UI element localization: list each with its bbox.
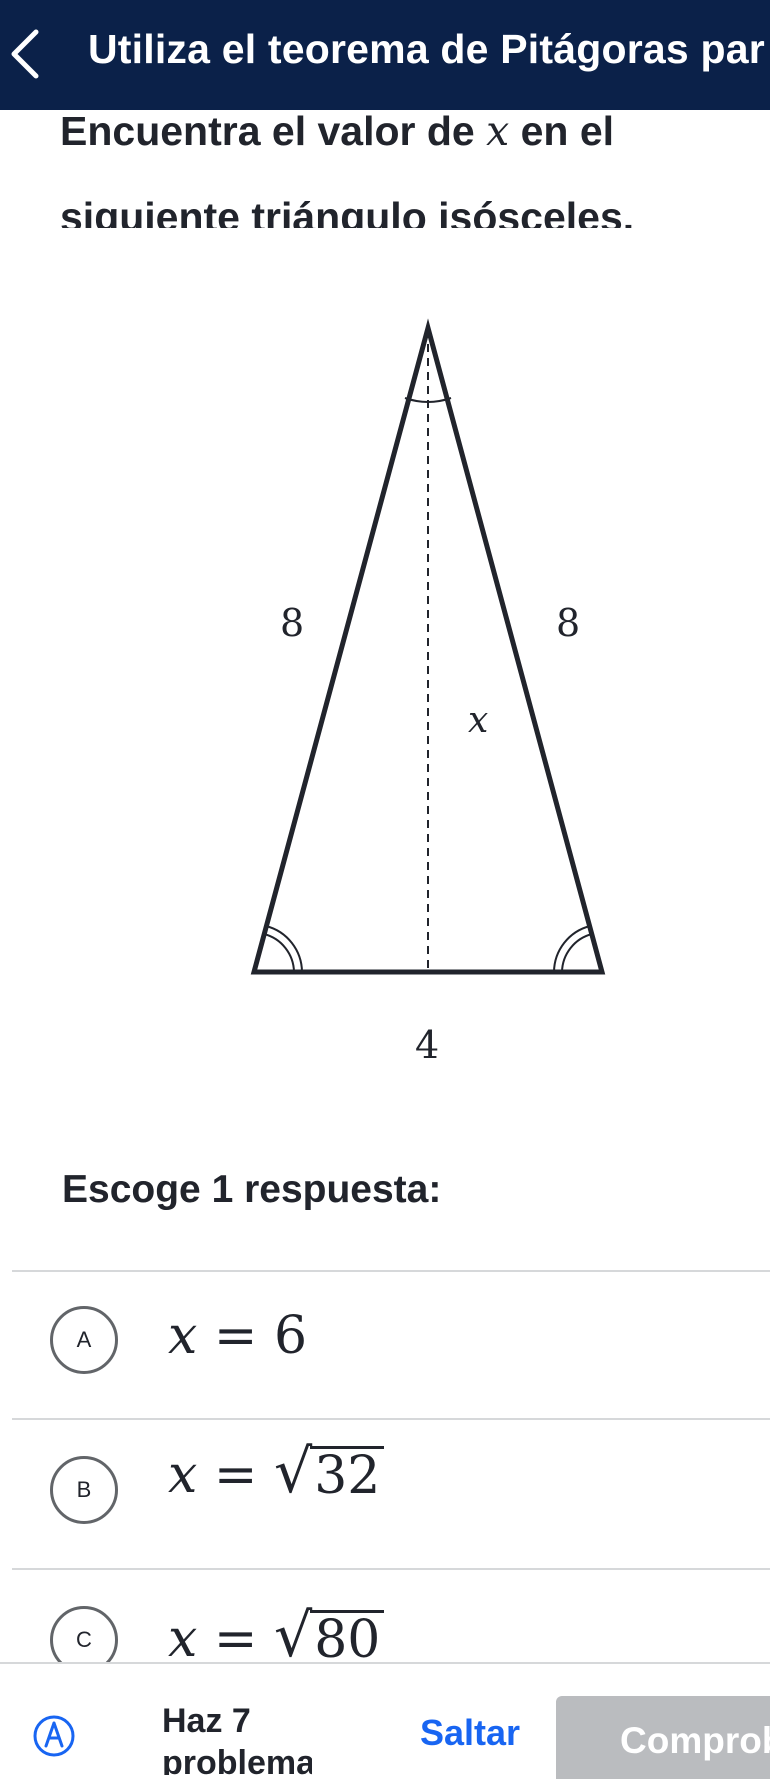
- sqrt-80: √ 80: [274, 1606, 385, 1668]
- skip-button[interactable]: Saltar: [420, 1712, 520, 1754]
- answer-c: x = √ 80: [168, 1606, 385, 1669]
- check-button-label: Comprobar: [620, 1720, 770, 1761]
- problem-count: Haz 7 problemas: [162, 1702, 312, 1775]
- choice-a[interactable]: A x = 6: [0, 1272, 770, 1418]
- shield-icon: [32, 1714, 76, 1758]
- answer-a: x = 6: [168, 1306, 308, 1366]
- radio-b[interactable]: B: [50, 1456, 118, 1524]
- left-side-label: 8: [280, 601, 304, 645]
- right-side-label: 8: [556, 601, 580, 645]
- page-title: Utiliza el teorema de Pitágoras par: [88, 26, 765, 72]
- isosceles-triangle: [250, 318, 606, 975]
- check-button[interactable]: Comprobar: [556, 1696, 770, 1779]
- answer-b: x = √ 32: [168, 1442, 385, 1505]
- left-angle-mark: [265, 925, 303, 973]
- triangle-figure: 8 8 x 4: [240, 318, 620, 1068]
- choice-b[interactable]: B x = √ 32: [0, 1420, 770, 1566]
- base-label: 4: [415, 1023, 439, 1067]
- answer-prompt: Escoge 1 respuesta:: [62, 1168, 442, 1211]
- right-angle-mark: [553, 925, 591, 973]
- back-button[interactable]: [4, 22, 54, 86]
- sqrt-32: √ 32: [274, 1442, 385, 1504]
- bottom-bar: Haz 7 problemas Saltar Comprobar: [0, 1662, 770, 1779]
- question-line-2: siguiente triángulo isósceles.: [60, 194, 635, 228]
- height-label: x: [468, 700, 488, 741]
- top-bar: Utiliza el teorema de Pitágoras par: [0, 0, 770, 110]
- chevron-left-icon: [11, 29, 39, 79]
- variable-x: x: [486, 107, 510, 155]
- radio-a[interactable]: A: [50, 1306, 118, 1374]
